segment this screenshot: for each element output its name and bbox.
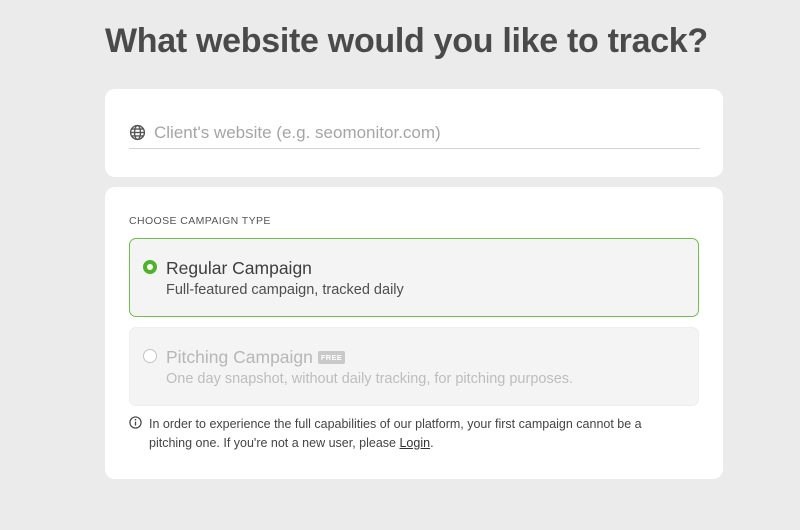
regular-campaign-option[interactable]: Regular Campaign Full-featured campaign,… — [129, 238, 699, 317]
website-field[interactable] — [129, 117, 700, 149]
globe-icon — [129, 124, 146, 141]
info-text: In order to experience the full capabili… — [149, 415, 642, 453]
regular-campaign-radio[interactable] — [143, 260, 157, 274]
page-title: What website would you like to track? — [105, 22, 708, 60]
pitching-campaign-title-text: Pitching Campaign — [166, 347, 313, 367]
website-input[interactable] — [154, 119, 674, 146]
info-text-line2: pitching one. If you're not a new user, … — [149, 436, 400, 450]
regular-campaign-title: Regular Campaign — [166, 258, 312, 279]
campaign-type-label: CHOOSE CAMPAIGN TYPE — [129, 215, 271, 227]
pitching-campaign-radio[interactable] — [143, 349, 157, 363]
campaign-card: CHOOSE CAMPAIGN TYPE Regular Campaign Fu… — [105, 187, 723, 479]
regular-campaign-title-text: Regular Campaign — [166, 258, 312, 278]
pitching-campaign-option[interactable]: Pitching Campaign FREE One day snapshot,… — [129, 327, 699, 406]
pitching-campaign-title: Pitching Campaign FREE — [166, 347, 346, 368]
free-badge: FREE — [317, 351, 346, 364]
info-note: In order to experience the full capabili… — [129, 415, 689, 453]
info-icon — [129, 416, 142, 429]
regular-campaign-description: Full-featured campaign, tracked daily — [166, 282, 404, 298]
info-text-line1: In order to experience the full capabili… — [149, 417, 642, 431]
login-link[interactable]: Login — [399, 436, 430, 450]
website-card — [105, 89, 723, 177]
pitching-campaign-description: One day snapshot, without daily tracking… — [166, 371, 574, 387]
info-text-end: . — [430, 436, 434, 450]
